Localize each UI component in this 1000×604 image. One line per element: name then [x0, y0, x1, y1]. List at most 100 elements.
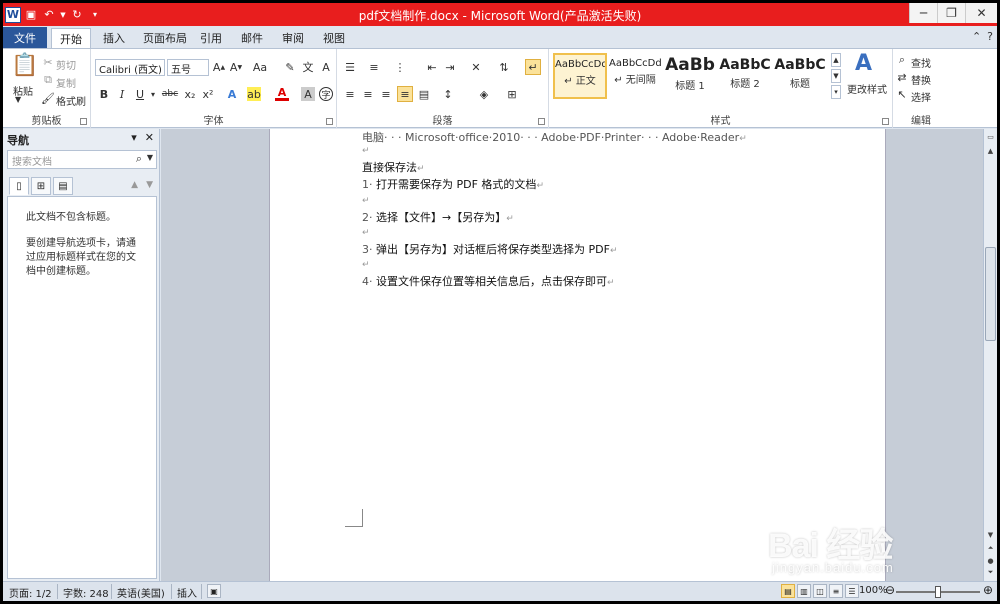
justify-icon[interactable]: ≡ [397, 86, 413, 102]
tab-view[interactable]: 视图 [315, 28, 353, 48]
tab-file[interactable]: 文件 [3, 27, 47, 48]
cut-icon[interactable]: ✂ [41, 55, 55, 69]
sort-icon[interactable]: ⇅ [497, 60, 511, 74]
styles-scroll-up-icon[interactable]: ▲ [831, 53, 841, 67]
clipboard-launcher-icon[interactable] [80, 118, 87, 125]
tab-home[interactable]: 开始 [51, 28, 91, 48]
change-styles-icon[interactable]: A [855, 51, 872, 76]
align-center-icon[interactable]: ≡ [361, 87, 375, 101]
status-divider [57, 584, 58, 599]
copy-button[interactable]: 复制 [56, 75, 76, 90]
status-divider [111, 584, 112, 599]
styles-more-icon[interactable]: ▾ [831, 85, 841, 99]
minimize-button[interactable]: ─ [909, 3, 937, 23]
format-painter-button[interactable]: 格式刷 [56, 93, 86, 108]
replace-icon[interactable]: ⇄ [895, 70, 909, 84]
distributed-icon[interactable]: ▤ [417, 87, 431, 101]
change-case-button[interactable]: Aa [251, 60, 269, 74]
align-left-icon[interactable]: ≡ [343, 87, 357, 101]
insert-mode[interactable]: 插入 [177, 585, 197, 600]
restore-button[interactable]: ❐ [937, 3, 965, 23]
style-title[interactable]: AaBbC 标题 [773, 53, 827, 99]
decrease-indent-icon[interactable]: ⇤ [425, 60, 439, 74]
ribbon-collapse-icon[interactable]: ⌃ [972, 30, 981, 43]
grow-font-icon[interactable]: A ▲ [212, 60, 226, 74]
text-effects-icon[interactable]: A [225, 87, 239, 101]
nav-search-input[interactable]: 搜索文档 ⌕ ▼ [7, 150, 157, 169]
phonetic-guide-icon[interactable]: 文 [301, 60, 315, 74]
increase-indent-icon[interactable]: ⇥ [443, 60, 457, 74]
select-button[interactable]: 选择 [911, 89, 931, 104]
format-painter-icon[interactable]: 🖌 [41, 91, 55, 105]
shading-icon[interactable]: ◈ [477, 87, 491, 101]
macro-record-icon[interactable]: ▣ [207, 584, 221, 598]
font-size-select[interactable]: 五号 [167, 59, 209, 76]
scroll-up-icon[interactable]: ▲ [985, 145, 996, 156]
paragraph-mark-icon: ↵ [607, 278, 615, 288]
multilevel-list-icon[interactable]: ⋮ [393, 60, 407, 74]
styles-launcher-icon[interactable] [882, 118, 889, 125]
find-button[interactable]: 查找 [911, 55, 931, 70]
line-spacing-icon[interactable]: ↕ [441, 87, 455, 101]
nav-results-tab-icon[interactable]: ▤ [53, 177, 73, 195]
language-indicator[interactable]: 英语(美国) [117, 585, 165, 600]
tab-insert[interactable]: 插入 [95, 28, 133, 48]
change-styles-button[interactable]: 更改样式 [847, 81, 887, 96]
tab-mailings[interactable]: 邮件 [233, 28, 271, 48]
tab-review[interactable]: 审阅 [274, 28, 312, 48]
tab-page-layout[interactable]: 页面布局 [135, 28, 195, 48]
nav-next-icon[interactable]: ▼ [146, 180, 153, 190]
strikethrough-button[interactable]: abc [161, 87, 179, 101]
style-heading-1[interactable]: AaBb 标题 1 [663, 53, 717, 99]
paragraph-launcher-icon[interactable] [538, 118, 545, 125]
word-count[interactable]: 字数: 248 [63, 585, 109, 600]
tab-references[interactable]: 引用 [192, 28, 230, 48]
highlight-icon[interactable]: ab [247, 87, 261, 101]
italic-button[interactable]: I [115, 87, 129, 101]
underline-button[interactable]: U [133, 87, 147, 101]
style-no-spacing[interactable]: AaBbCcDd ↵ 无间隔 [608, 53, 662, 99]
ruler-toggle-icon[interactable]: ▭ [985, 131, 996, 142]
select-icon[interactable]: ↖ [895, 87, 909, 101]
cut-button[interactable]: 剪切 [56, 57, 76, 72]
close-button[interactable]: ✕ [965, 3, 997, 23]
font-color-icon[interactable]: A [275, 86, 289, 101]
underline-dropdown-icon[interactable]: ▾ [149, 87, 157, 101]
shrink-font-icon[interactable]: A ▼ [229, 60, 243, 74]
align-right-icon[interactable]: ≡ [379, 87, 393, 101]
find-icon[interactable]: ⌕ [895, 53, 909, 67]
nav-menu-icon[interactable]: ▾ [131, 131, 137, 144]
replace-button[interactable]: 替换 [911, 72, 931, 87]
page-count[interactable]: 页面: 1/2 [9, 585, 52, 600]
nav-prev-icon[interactable]: ▲ [131, 180, 138, 190]
character-border-icon[interactable]: A [319, 60, 333, 74]
clear-formatting-icon[interactable]: ✎ [283, 60, 297, 74]
show-marks-icon[interactable]: ↵ [525, 59, 541, 75]
nav-close-icon[interactable]: ✕ [145, 131, 154, 144]
borders-icon[interactable]: ⊞ [505, 87, 519, 101]
scroll-thumb[interactable] [985, 247, 996, 341]
superscript-button[interactable]: x² [201, 87, 215, 101]
search-icon[interactable]: ⌕ [136, 152, 142, 166]
style-heading-2[interactable]: AaBbC 标题 2 [718, 53, 772, 99]
character-shading-icon[interactable]: A [301, 87, 315, 101]
enclose-characters-icon[interactable]: 字 [319, 87, 333, 101]
paste-dropdown-icon[interactable]: ▼ [15, 95, 21, 104]
styles-scroll-down-icon[interactable]: ▼ [831, 69, 841, 83]
style-normal[interactable]: AaBbCcDd ↵ 正文 [553, 53, 607, 99]
paste-icon[interactable]: 📋 [11, 53, 38, 78]
search-dropdown-icon[interactable]: ▼ [147, 153, 153, 162]
font-name-select[interactable]: Calibri (西文) [95, 59, 165, 76]
numbering-icon[interactable]: ≡ [367, 60, 381, 74]
bold-button[interactable]: B [97, 87, 111, 101]
chinese-layout-icon[interactable]: ✕ [469, 60, 483, 74]
subscript-button[interactable]: x₂ [183, 87, 197, 101]
bullets-icon[interactable]: ☰ [343, 60, 357, 74]
font-launcher-icon[interactable] [326, 118, 333, 125]
nav-pages-tab-icon[interactable]: ⊞ [31, 177, 51, 195]
help-icon[interactable]: ? [987, 30, 993, 43]
paragraph-mark-icon: ↵ [362, 146, 370, 156]
paragraph-mark-icon: ↵ [739, 134, 747, 144]
copy-icon[interactable]: ⧉ [41, 73, 55, 87]
nav-headings-tab-icon[interactable]: ▯ [9, 177, 29, 195]
